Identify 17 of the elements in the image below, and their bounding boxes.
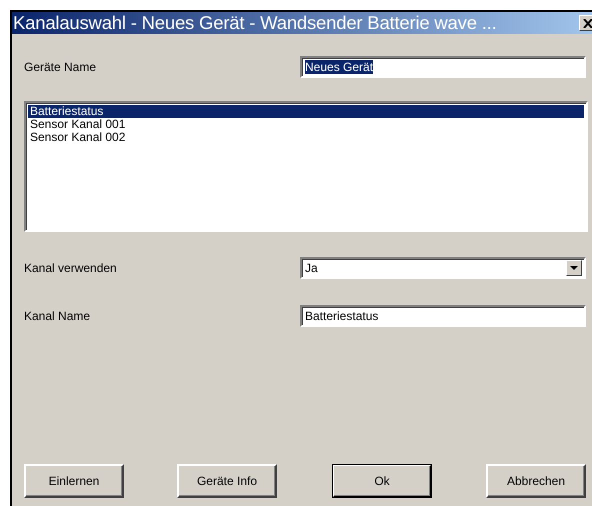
window-title: Kanalauswahl - Neues Gerät - Wandsender Batterie wave ... — [13, 12, 497, 34]
dialog-button[interactable]: Geräte Info — [177, 464, 277, 498]
field-label: Kanal Name — [24, 309, 92, 323]
input-field[interactable]: Batteriestatus — [300, 305, 586, 327]
field-label: Kanal verwenden — [24, 261, 118, 275]
close-icon — [583, 18, 592, 28]
close-button[interactable] — [579, 15, 592, 31]
list-item[interactable]: Batteriestatus — [28, 105, 584, 118]
field-label: Geräte Name — [24, 60, 98, 74]
dropdown-value: Ja — [305, 261, 318, 275]
list-item[interactable]: Sensor Kanal 001 — [28, 118, 584, 131]
dialog-button[interactable]: Abbrechen — [486, 464, 586, 498]
input-field[interactable]: Neues Gerät — [300, 56, 586, 78]
dialog-button[interactable]: Einlernen — [24, 464, 124, 498]
dialog-button[interactable]: Ok — [332, 464, 432, 498]
dropdown[interactable]: Ja — [300, 257, 586, 279]
list-item[interactable]: Sensor Kanal 002 — [28, 131, 584, 144]
